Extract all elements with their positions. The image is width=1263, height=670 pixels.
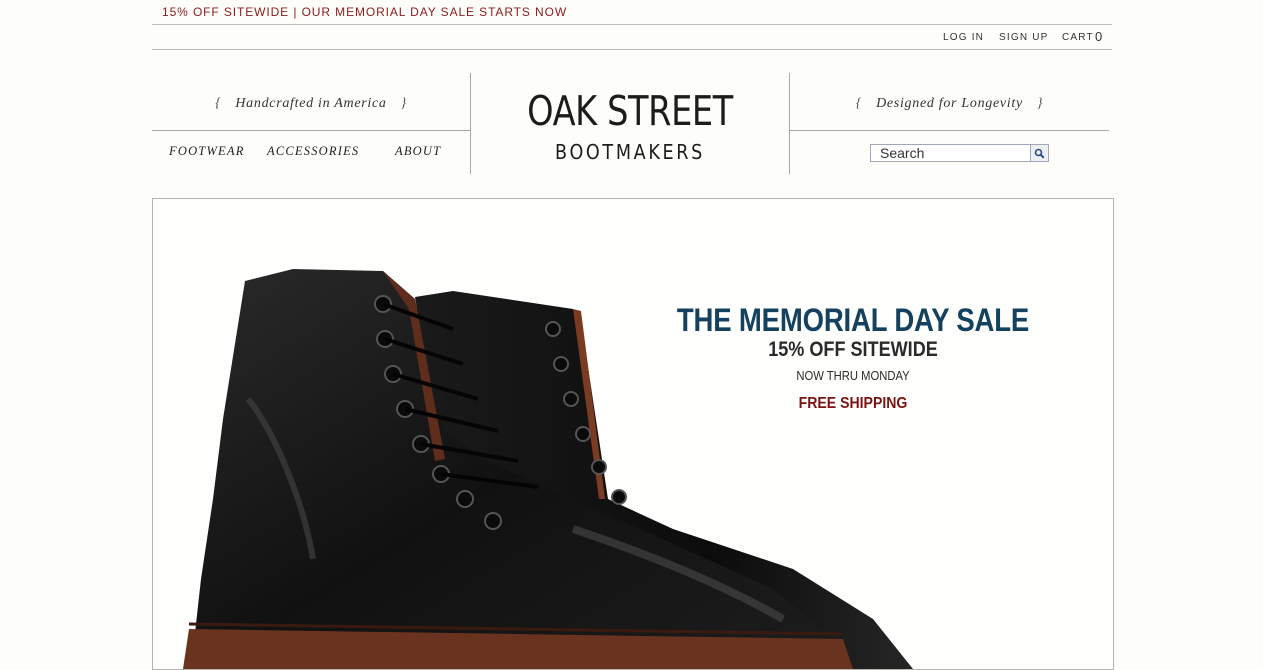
sale-headline: THE MEMORIAL DAY SALE xyxy=(676,302,1030,338)
hero-banner[interactable]: THE MEMORIAL DAY SALE 15% OFF SITEWIDE N… xyxy=(152,198,1114,670)
header-left: { Handcrafted in America} FOOTWEAR ACCESS… xyxy=(152,73,471,174)
sale-offer: FREE SHIPPING xyxy=(798,395,908,412)
sale-dates: NOW THRU MONDAY xyxy=(796,369,910,383)
site-logo[interactable]: OAK STREET BOOTMAKERS xyxy=(471,73,789,174)
search-input[interactable] xyxy=(870,144,1031,162)
bracket-open: { xyxy=(215,96,222,111)
nav-footwear[interactable]: FOOTWEAR xyxy=(169,144,245,159)
sale-subhead: 15% OFF SITEWIDE xyxy=(768,338,938,361)
site-header: { Handcrafted in America} FOOTWEAR ACCESS… xyxy=(152,73,1112,174)
divider xyxy=(790,130,1109,131)
signup-link[interactable]: SIGN UP xyxy=(999,32,1049,43)
sale-message: THE MEMORIAL DAY SALE 15% OFF SITEWIDE N… xyxy=(623,303,1083,414)
cart-count[interactable]: 0 xyxy=(1095,29,1102,44)
magnifier-icon xyxy=(1034,148,1045,159)
tagline-left: { Handcrafted in America} xyxy=(152,96,470,112)
tagline-right-text: Designed for Longevity xyxy=(876,96,1023,111)
nav-about[interactable]: ABOUT xyxy=(395,144,441,159)
cart-link[interactable]: CART xyxy=(1062,32,1094,43)
nav-accessories[interactable]: ACCESSORIES xyxy=(267,144,359,159)
black-leather-boots-image xyxy=(183,269,913,669)
tagline-left-text: Handcrafted in America xyxy=(235,96,387,111)
tagline-right: { Designed for Longevity} xyxy=(790,96,1109,112)
header-right: { Designed for Longevity} xyxy=(789,73,1109,174)
bracket-close: } xyxy=(400,96,407,111)
logo-line2: BOOTMAKERS xyxy=(555,140,705,164)
search-button[interactable] xyxy=(1031,144,1049,162)
promo-banner[interactable]: 15% OFF SITEWIDE | OUR MEMORIAL DAY SALE… xyxy=(162,5,567,19)
bracket-close: } xyxy=(1036,96,1044,111)
account-bar: LOG IN SIGN UP CART 0 xyxy=(152,24,1112,50)
divider xyxy=(152,130,470,131)
login-link[interactable]: LOG IN xyxy=(943,32,984,43)
search-form xyxy=(870,144,1050,162)
bracket-open: { xyxy=(855,96,863,111)
logo-line1: OAK STREET xyxy=(527,87,733,135)
